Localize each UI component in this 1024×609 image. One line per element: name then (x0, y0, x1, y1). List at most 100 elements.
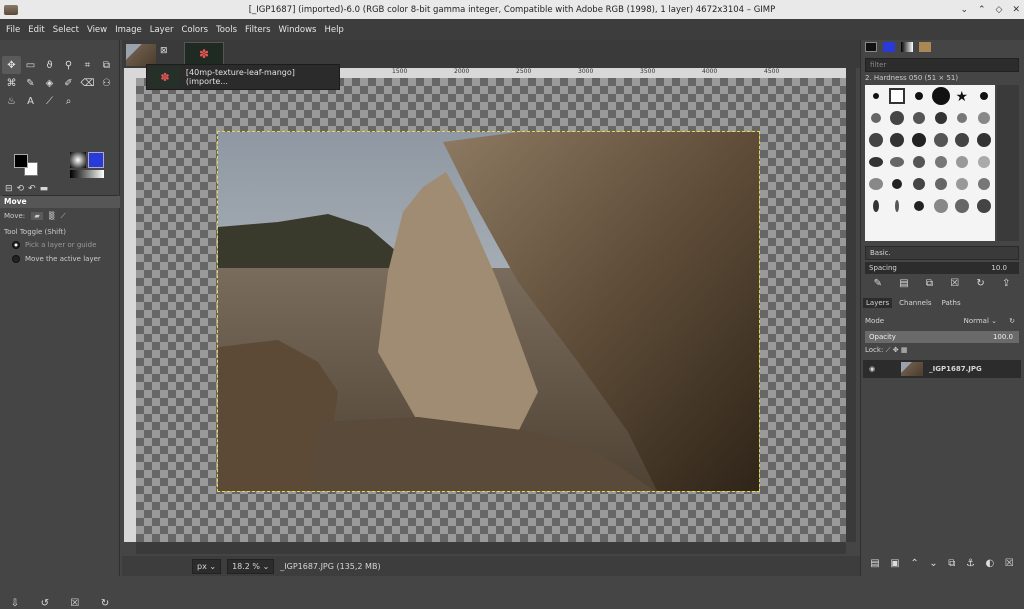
paths-icon[interactable]: ✎ (21, 74, 40, 92)
brush-swatch[interactable] (978, 156, 991, 168)
brush-swatch[interactable] (978, 178, 991, 190)
brush-swatch[interactable] (915, 92, 924, 100)
move-active-radio[interactable] (12, 255, 20, 263)
lock-position-icon[interactable]: ✥ (893, 346, 899, 354)
refresh-brushes-icon[interactable]: ↻ (976, 278, 984, 289)
zoom-icon[interactable]: ⌕ (59, 92, 78, 110)
pattern-preview[interactable] (88, 152, 104, 168)
brush-swatch[interactable] (872, 93, 879, 99)
unit-select[interactable]: px ⌄ (192, 558, 222, 574)
menu-image[interactable]: Image (111, 25, 146, 35)
tab-channels[interactable]: Channels (896, 298, 934, 308)
brush-swatch[interactable] (892, 179, 903, 189)
foreground-color[interactable] (14, 154, 28, 168)
brush-swatch[interactable] (914, 201, 925, 211)
menu-help[interactable]: Help (320, 25, 347, 35)
save-options-icon[interactable]: ⇩ (11, 598, 19, 609)
brush-swatch[interactable] (955, 199, 970, 213)
brush-swatch[interactable] (868, 178, 883, 190)
brush-swatch[interactable] (977, 133, 992, 147)
menu-edit[interactable]: Edit (24, 25, 48, 35)
crop-icon[interactable]: ⌗ (78, 56, 97, 74)
brush-swatch[interactable] (957, 113, 968, 123)
color-picker-icon[interactable]: ⟋ (40, 92, 59, 110)
raise-layer-icon[interactable]: ⌃ (910, 558, 918, 569)
patterns-tab-icon[interactable] (883, 42, 895, 52)
brush-swatch[interactable] (980, 92, 989, 100)
image-tab-igp1687[interactable] (126, 44, 156, 66)
brushes-tab-icon[interactable] (865, 42, 877, 52)
tool-options-tab-icon[interactable]: ⊟ (5, 184, 13, 194)
move-layer-mode-icon[interactable]: ▰ (31, 212, 43, 220)
tab-layers[interactable]: Layers (863, 298, 893, 308)
brush-preview[interactable] (70, 152, 86, 168)
vertical-scrollbar[interactable] (846, 68, 856, 542)
menu-filters[interactable]: Filters (241, 25, 274, 35)
close-icon[interactable]: ✕ (1012, 5, 1020, 15)
lasso-icon[interactable]: ϑ (40, 56, 59, 74)
move-tool-icon[interactable]: ✥ (2, 56, 21, 74)
brush-swatch[interactable] (868, 157, 883, 167)
minimize-icon[interactable]: ⌄ (960, 5, 968, 15)
gradient-preview[interactable] (70, 170, 104, 178)
brush-swatch[interactable] (955, 133, 970, 147)
move-selection-mode-icon[interactable]: ▒ (49, 212, 54, 220)
undo-history-tab-icon[interactable]: ↶ (28, 184, 36, 194)
bucket-fill-icon[interactable]: ◈ (40, 74, 59, 92)
new-group-icon[interactable]: ▣ (890, 558, 899, 569)
device-status-tab-icon[interactable]: ⟲ (17, 184, 25, 194)
layer-row[interactable]: ◉ _IGP1687.JPG (863, 360, 1021, 378)
transform-icon[interactable]: ⧉ (97, 56, 116, 74)
brush-grid[interactable]: ★ (865, 85, 995, 241)
menu-layer[interactable]: Layer (146, 25, 178, 35)
brush-as-image-icon[interactable]: ⇪ (1002, 278, 1010, 289)
menu-tools[interactable]: Tools (212, 25, 241, 35)
mode-reset-icon[interactable]: ↻ (1009, 314, 1015, 328)
brush-filter-input[interactable]: filter (865, 58, 1019, 72)
image-tab-leaf-mango[interactable]: ✽ (184, 42, 224, 66)
anchor-layer-icon[interactable]: ⚓ (966, 558, 975, 569)
brush-swatch[interactable] (933, 199, 948, 213)
fg-bg-colors[interactable] (12, 152, 42, 180)
warp-icon[interactable]: ⌘ (2, 74, 21, 92)
brush-swatch[interactable] (956, 156, 969, 168)
eye-icon[interactable]: ◉ (869, 365, 875, 373)
brush-icon[interactable]: ✐ (59, 74, 78, 92)
new-brush-icon[interactable]: ▤ (899, 278, 908, 289)
vertical-ruler[interactable] (124, 68, 136, 542)
brush-swatch[interactable] (913, 156, 926, 168)
mask-layer-icon[interactable]: ◐ (985, 558, 994, 569)
text-tool-icon[interactable]: A (21, 92, 40, 110)
mode-select[interactable]: Normal ⌄ (964, 314, 997, 328)
menu-view[interactable]: View (83, 25, 111, 35)
zoom-select[interactable]: 18.2 % ⌄ (227, 558, 275, 574)
brush-swatch[interactable] (933, 133, 948, 147)
duplicate-layer-icon[interactable]: ⧉ (948, 558, 955, 569)
duplicate-brush-icon[interactable]: ⧉ (926, 278, 933, 289)
brush-swatch[interactable] (895, 200, 900, 212)
reset-options-icon[interactable]: ↻ (101, 598, 109, 609)
menu-windows[interactable]: Windows (275, 25, 321, 35)
brush-swatch[interactable] (956, 178, 969, 190)
brush-swatch[interactable] (890, 133, 905, 147)
maximize-icon[interactable]: ⌃ (978, 5, 986, 15)
brush-swatch[interactable] (978, 112, 991, 124)
menu-colors[interactable]: Colors (177, 25, 212, 35)
brush-pattern-gradient[interactable] (70, 152, 104, 180)
brush-swatch[interactable] (912, 133, 927, 147)
delete-options-icon[interactable]: ☒ (70, 598, 79, 609)
brush-swatch[interactable] (977, 199, 992, 213)
smudge-icon[interactable]: ♨ (2, 92, 21, 110)
lower-layer-icon[interactable]: ⌄ (929, 558, 937, 569)
brush-swatch[interactable] (913, 112, 926, 124)
lock-pixels-icon[interactable]: ⟋ (886, 346, 891, 354)
brush-scrollbar[interactable] (997, 85, 1019, 241)
edit-brush-icon[interactable]: ✎ (874, 278, 882, 289)
brush-swatch[interactable] (931, 87, 950, 105)
gradients-tab-icon[interactable] (901, 42, 913, 52)
delete-layer-icon[interactable]: ☒ (1005, 558, 1014, 569)
rect-select-icon[interactable]: ▭ (21, 56, 40, 74)
restore-icon[interactable]: ◇ (996, 5, 1003, 15)
brush-swatch[interactable] (868, 133, 883, 147)
delete-brush-icon[interactable]: ☒ (950, 278, 959, 289)
